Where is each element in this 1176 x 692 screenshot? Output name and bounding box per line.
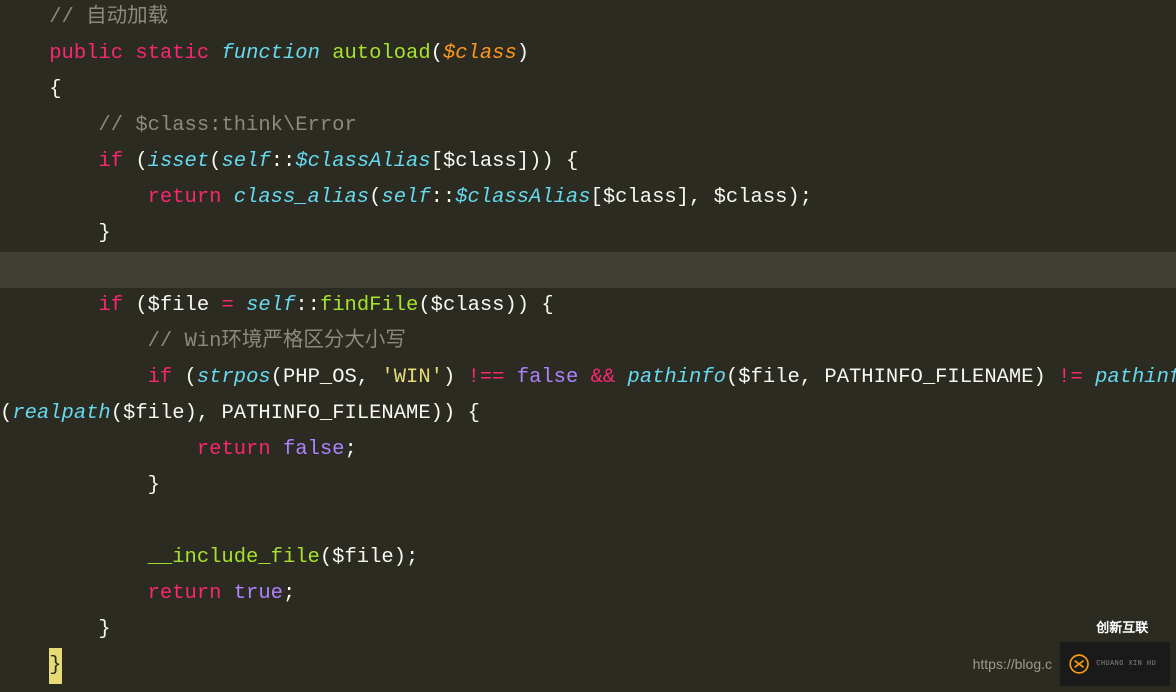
code-line[interactable]: if (strpos(PHP_OS, 'WIN') !== false && p… xyxy=(0,360,1176,396)
const-php-os: PHP_OS xyxy=(283,360,357,396)
watermark-url: https://blog.c xyxy=(973,646,1052,682)
const-true: true xyxy=(234,576,283,612)
fn-isset: isset xyxy=(148,144,210,180)
code-line[interactable]: return class_alias(self::$classAlias[$cl… xyxy=(0,180,1176,216)
keyword-public: public xyxy=(49,36,123,72)
keyword-static: static xyxy=(135,36,209,72)
code-line[interactable]: } xyxy=(0,216,1176,252)
watermark-brand: 创新互联 xyxy=(1096,620,1148,635)
paren-open: ( xyxy=(431,36,443,72)
comment: // $class:think\Error xyxy=(98,108,356,144)
fn-class-alias: class_alias xyxy=(234,180,369,216)
code-editor[interactable]: // 自动加载 public static function autoload(… xyxy=(0,0,1176,692)
fn-pathinfo: pathinfo xyxy=(628,360,726,396)
fn-findfile: findFile xyxy=(320,288,418,324)
code-line[interactable]: return false; xyxy=(0,432,1176,468)
code-line[interactable]: if ($file = self::findFile($class)) { xyxy=(0,288,1176,324)
code-line[interactable]: { xyxy=(0,72,1176,108)
const-false: false xyxy=(283,432,345,468)
code-line[interactable]: // $class:think\Error xyxy=(0,108,1176,144)
keyword-if: if xyxy=(98,144,123,180)
brace-open: { xyxy=(49,72,61,108)
watermark: https://blog.c 创新互联 CHUANG XIN HU LIAN xyxy=(973,642,1170,686)
fn-realpath: realpath xyxy=(12,396,110,432)
code-line[interactable]: __include_file($file); xyxy=(0,540,1176,576)
matching-brace: } xyxy=(49,648,61,684)
var-class: $class xyxy=(443,144,517,180)
code-line[interactable]: public static function autoload($class) xyxy=(0,36,1176,72)
code-line[interactable]: return true; xyxy=(0,576,1176,612)
const-pathinfo-filename: PATHINFO_FILENAME xyxy=(824,360,1033,396)
comment: // 自动加载 xyxy=(49,0,168,36)
code-line[interactable] xyxy=(0,504,1176,540)
keyword-self: self xyxy=(221,144,270,180)
code-line[interactable]: // 自动加载 xyxy=(0,0,1176,36)
prop-classalias: $classAlias xyxy=(295,144,430,180)
keyword-return: return xyxy=(148,180,222,216)
logo-icon xyxy=(1068,650,1090,678)
fn-strpos: strpos xyxy=(197,360,271,396)
current-line[interactable] xyxy=(0,252,1176,288)
code-line[interactable]: } xyxy=(0,468,1176,504)
param-class: $class xyxy=(443,36,517,72)
function-name: autoload xyxy=(332,36,430,72)
var-file: $file xyxy=(148,288,210,324)
code-line[interactable]: (realpath($file), PATHINFO_FILENAME)) { xyxy=(0,396,1176,432)
watermark-badge: 创新互联 CHUANG XIN HU LIAN xyxy=(1060,642,1170,686)
keyword-function: function xyxy=(221,36,319,72)
code-line[interactable]: if (isset(self::$classAlias[$class])) { xyxy=(0,144,1176,180)
fn-include-file: __include_file xyxy=(148,540,320,576)
paren-close: ) xyxy=(517,36,529,72)
string-win: 'WIN' xyxy=(381,360,443,396)
comment: // Win环境严格区分大小写 xyxy=(148,324,406,360)
watermark-brand-sub: CHUANG XIN HU LIAN xyxy=(1096,646,1162,692)
code-line[interactable]: // Win环境严格区分大小写 xyxy=(0,324,1176,360)
